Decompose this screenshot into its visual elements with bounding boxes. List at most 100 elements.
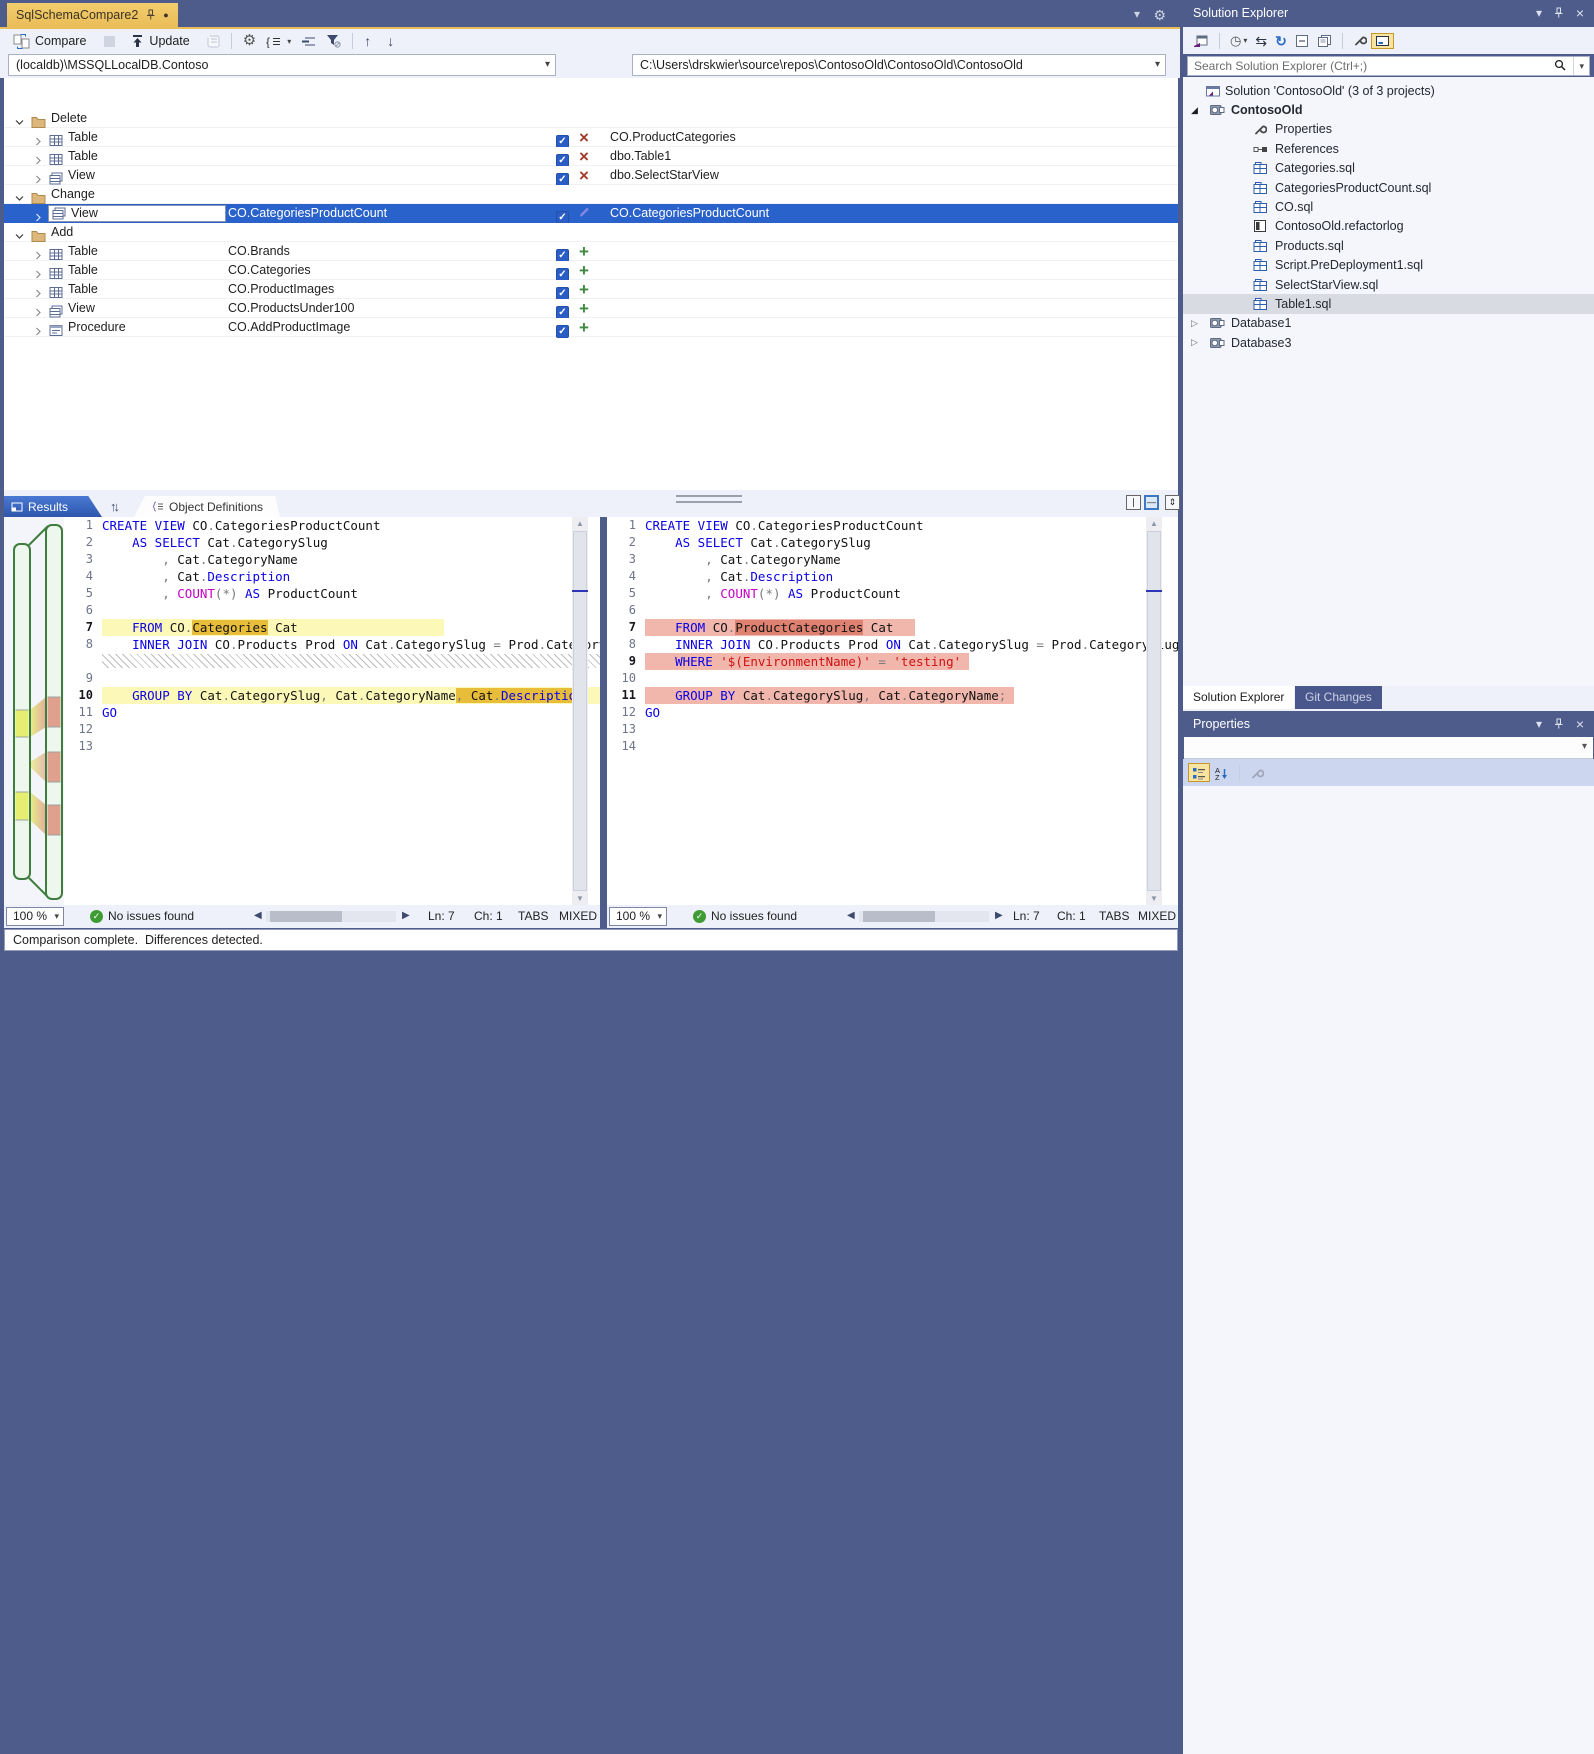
schema-compare-row[interactable]: ViewCO.CategoriesProductCount✓CO.Categor… [4,204,1178,223]
options-button[interactable]: ⚙ [238,32,261,50]
tree-item-categories-sql[interactable]: Categories.sql [1183,159,1594,178]
procedure-icon [49,324,63,337]
properties-object-combobox[interactable]: ▾ [1184,737,1593,759]
solution-tree[interactable]: Solution 'ContosoOld' (3 of 3 projects)◢… [1183,77,1594,686]
target-project-combobox[interactable]: C:\Users\drskwier\source\repos\ContosoOl… [632,54,1166,76]
sort-lines-button[interactable]: ↑↓ [110,499,117,514]
folder-icon [31,229,46,242]
hscroll-thumb[interactable] [863,911,935,922]
pin-icon[interactable] [145,9,156,21]
hscroll-right-arrow[interactable]: ▶ [402,910,410,921]
update-button[interactable]: Update [126,32,194,50]
source-database-combobox[interactable]: (localdb)\MSSQLLocalDB.Contoso ▾ [8,54,556,76]
inline-view-button[interactable]: — [1144,495,1159,510]
source-object-name: CO.Brands [228,242,290,261]
diff-overview-map[interactable] [4,517,64,905]
splitter-grip[interactable] [676,495,742,503]
schema-differences-grid[interactable]: DeleteTable✓×CO.ProductCategoriesTable✓×… [4,78,1178,490]
pending-changes-filter-button[interactable]: ◷ ▾ [1226,32,1251,50]
tab-object-definitions[interactable]: Object Definitions [134,496,280,517]
object-type-cell[interactable]: View [48,205,226,222]
categorized-view-button[interactable] [1188,763,1210,781]
group-row-delete[interactable]: Delete [4,109,1178,128]
hscroll-thumb[interactable] [270,911,342,922]
tree-item-selectstarview-sql[interactable]: SelectStarView.sql [1183,275,1594,294]
wrench-icon [1250,767,1264,780]
expander-expanded-icon[interactable]: ◢ [1191,105,1198,116]
alphabetical-sort-button[interactable]: AZ [1214,765,1229,780]
schema-compare-row[interactable]: View✓×dbo.SelectStarView [4,166,1178,185]
add-action-icon: + [575,243,593,263]
tree-item-references[interactable]: References [1183,139,1594,158]
zoom-select[interactable]: 100 %▾ [6,907,64,926]
sync-with-active-document-button[interactable]: ⇆ [1251,32,1271,50]
solution-explorer-titlebar[interactable]: Solution Explorer ▾ × [1183,0,1594,27]
tree-item-script-predeployment1-sql[interactable]: Script.PreDeployment1.sql [1183,256,1594,275]
zoom-select[interactable]: 100 %▾ [609,907,667,926]
tab-sqlschemacompare2[interactable]: SqlSchemaCompare2 ● [7,3,178,27]
tree-item-contosoold[interactable]: ◢ContosoOld [1183,100,1594,119]
close-icon[interactable]: × [1576,711,1584,737]
hscroll-left-arrow[interactable]: ◀ [847,910,855,921]
schema-compare-row[interactable]: TableCO.Categories✓+ [4,261,1178,280]
schema-compare-row[interactable]: TableCO.ProductImages✓+ [4,280,1178,299]
include-checkbox[interactable]: ✓ [556,321,569,340]
source-code-editor[interactable]: 1CREATE VIEW CO.CategoriesProductCount2 … [64,517,600,905]
hscroll-right-arrow[interactable]: ▶ [995,910,1003,921]
tab-solution-explorer[interactable]: Solution Explorer [1183,686,1294,709]
tree-item-solution-contosoold-3-of-3-projects[interactable]: Solution 'ContosoOld' (3 of 3 projects) [1183,81,1594,100]
tree-item-co-sql[interactable]: CO.sql [1183,197,1594,216]
search-input[interactable]: Search Solution Explorer (Ctrl+;) ▾ [1187,56,1590,76]
side-by-side-view-button[interactable]: ❘ [1126,495,1141,510]
schema-compare-row[interactable]: Table✓×CO.ProductCategories [4,128,1178,147]
collapse-all-button[interactable] [1291,32,1313,50]
schema-compare-row[interactable]: ViewCO.ProductsUnder100✓+ [4,299,1178,318]
window-menu-chevron-icon[interactable]: ▾ [1536,711,1542,737]
show-all-files-button[interactable] [1313,32,1336,50]
tree-item-table1-sql[interactable]: Table1.sql [1183,294,1594,313]
next-difference-button[interactable]: ↓ [382,32,399,50]
clock-icon: ◷ [1230,34,1241,48]
tab-git-changes[interactable]: Git Changes [1295,686,1382,709]
target-code-editor[interactable]: 1CREATE VIEW CO.CategoriesProductCount2 … [607,517,1178,905]
object-type: Table [68,280,98,299]
schema-compare-row[interactable]: Table✓×dbo.Table1 [4,147,1178,166]
tree-item-categoriesproductcount-sql[interactable]: CategoriesProductCount.sql [1183,178,1594,197]
tab-results[interactable]: Results [4,496,102,517]
previous-difference-button[interactable]: ↑ [359,32,376,50]
gear-icon[interactable]: ⚙ [1153,7,1166,24]
scope-dropdown-button[interactable]: { ▾ [261,33,296,50]
editors-divider[interactable] [600,517,607,928]
tree-item-contosoold-refactorlog[interactable]: ContosoOld.refactorlog [1183,217,1594,236]
schema-compare-row[interactable]: TableCO.Brands✓+ [4,242,1178,261]
group-row-add[interactable]: Add [4,223,1178,242]
compare-button[interactable]: Compare [8,32,91,51]
filter-button[interactable] [321,32,346,50]
schema-compare-row[interactable]: ProcedureCO.AddProductImage✓+ [4,318,1178,337]
tree-item-database1[interactable]: ▷Database1 [1183,314,1594,333]
right-editor-vscrollbar[interactable]: ▲ ▼ [1146,517,1162,905]
search-icon[interactable] [1554,59,1567,72]
tree-item-label: Database3 [1231,336,1291,350]
tree-item-products-sql[interactable]: Products.sql [1183,236,1594,255]
display-options-button[interactable] [296,34,321,49]
window-menu-chevron-icon[interactable]: ▾ [1536,0,1542,26]
tree-item-database3[interactable]: ▷ Database3 [1183,333,1594,352]
refresh-button[interactable]: ↻ [1271,32,1291,50]
hscroll-left-arrow[interactable]: ◀ [254,910,262,921]
properties-button[interactable] [1349,32,1371,49]
expander-collapsed-icon[interactable]: ▷ [1191,337,1198,348]
swap-panes-button[interactable]: ⇕ [1165,495,1180,510]
chevron-down-icon[interactable]: ▾ [1573,57,1584,75]
expander-collapsed-icon[interactable]: ▷ [1191,318,1198,329]
tree-item-properties[interactable]: Properties [1183,120,1594,139]
preview-selected-items-toggle[interactable] [1371,33,1394,49]
properties-titlebar[interactable]: Properties ▾ × [1183,711,1594,738]
group-row-change[interactable]: Change [4,185,1178,204]
pin-icon[interactable] [1553,0,1564,26]
document-well-dropdown-icon[interactable]: ▾ [1134,7,1140,21]
left-editor-vscrollbar[interactable]: ▲ ▼ [572,517,588,905]
switch-views-button[interactable] [1189,32,1213,50]
pin-icon[interactable] [1553,711,1564,737]
close-icon[interactable]: × [1576,0,1584,26]
